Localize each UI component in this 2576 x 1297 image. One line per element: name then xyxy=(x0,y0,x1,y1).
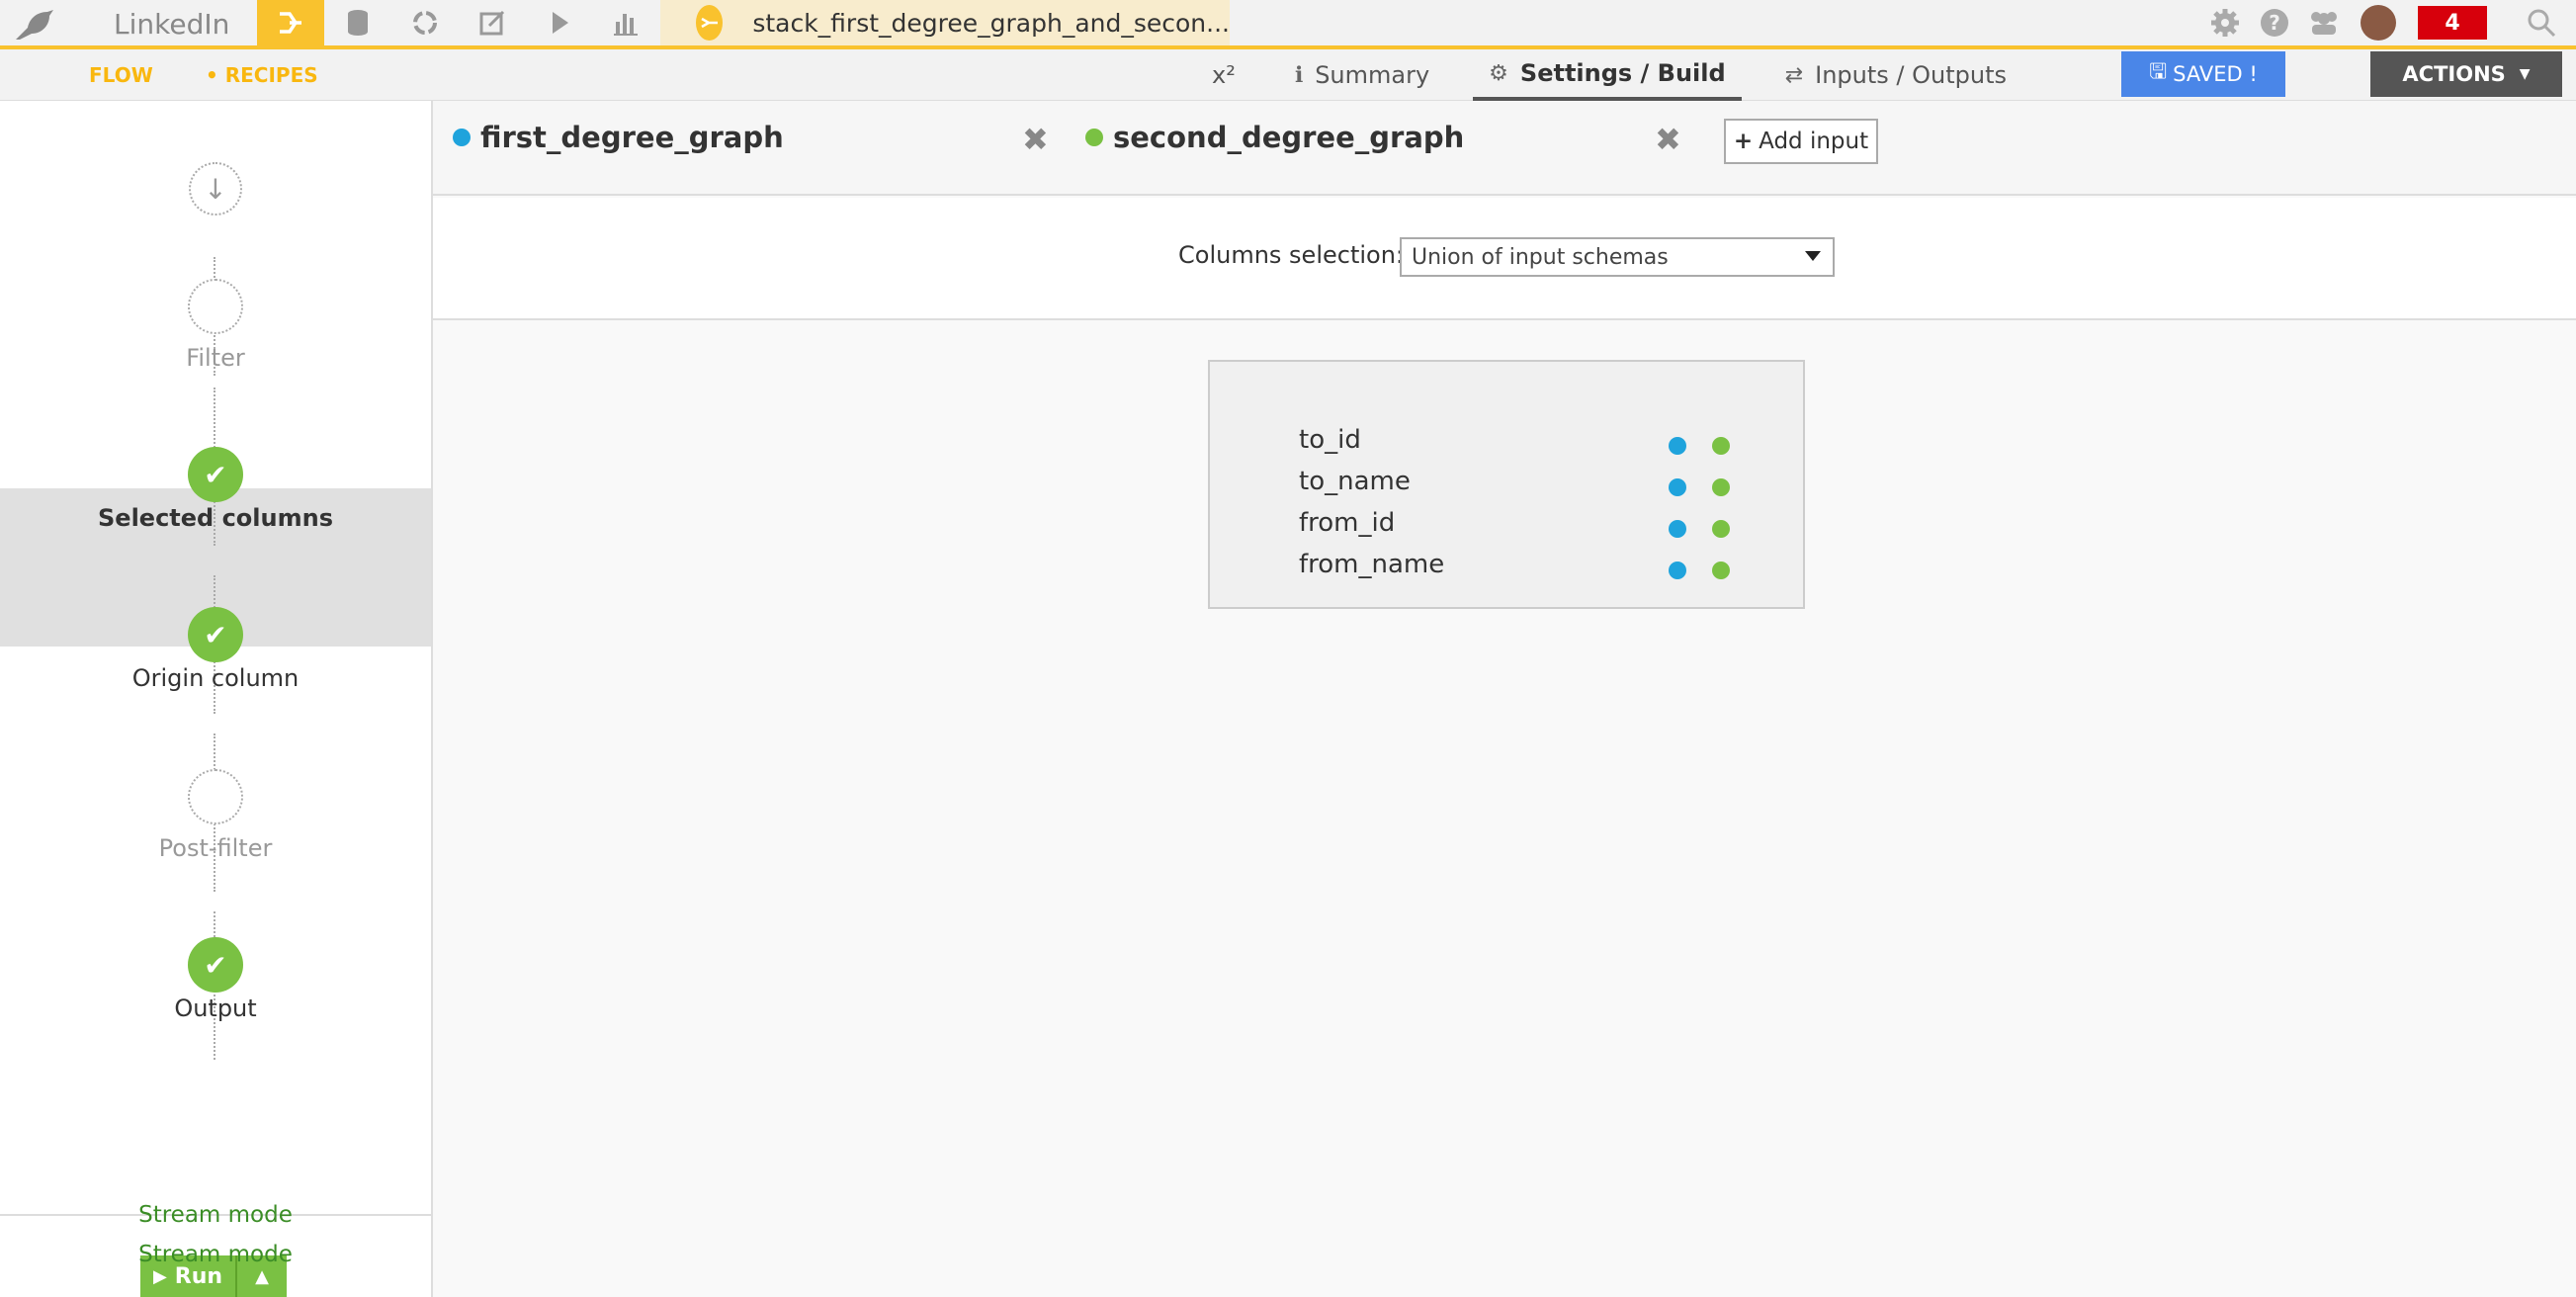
info-icon: ℹ xyxy=(1294,62,1304,88)
breadcrumb-flow[interactable]: FLOW xyxy=(89,63,153,87)
columns-box: to_id to_name from_id from_name xyxy=(1208,360,1805,609)
input1-column-dot xyxy=(1669,478,1686,496)
add-input-label: Add input xyxy=(1759,129,1869,154)
column-name: to_name xyxy=(1299,467,1411,496)
inputs-bar: first_degree_graph ✖ second_degree_graph… xyxy=(433,101,2576,196)
column-row: to_name xyxy=(1299,467,1773,508)
step-post-filter[interactable]: Post-filter xyxy=(0,834,431,862)
gear-icon[interactable] xyxy=(2200,0,2250,45)
step-filter[interactable]: Filter xyxy=(0,344,431,372)
recipe-tabs: x² ℹ Summary ⚙ Settings / Build ⇄ Inputs / … xyxy=(1196,49,2050,101)
tab-io-label: Inputs / Outputs xyxy=(1815,61,2007,89)
swap-icon: ⇄ xyxy=(1784,62,1804,88)
datasets-icon[interactable] xyxy=(324,0,391,45)
recipe-steps-sidebar: ↓ Filter ✔ Selected columns ✔ Origin col… xyxy=(0,101,433,1297)
input2-column-dot xyxy=(1712,437,1730,455)
saved-label: SAVED ! xyxy=(2173,62,2258,86)
caret-down-icon: ▼ xyxy=(2519,66,2531,82)
search-icon[interactable] xyxy=(2517,0,2566,45)
check-icon[interactable]: ✔ xyxy=(188,447,243,502)
column-name: from_name xyxy=(1299,550,1445,579)
main-nav-icons xyxy=(257,0,660,45)
stream-mode-link[interactable]: Stream mode xyxy=(0,1202,431,1228)
input1-column-dot xyxy=(1669,562,1686,579)
flow-icon[interactable] xyxy=(257,0,324,45)
recipe-tab[interactable]: stack_first_degree_graph_and_secon... xyxy=(660,0,1230,45)
run-play-icon[interactable] xyxy=(526,0,593,45)
save-disk-icon: 🖫 xyxy=(2149,58,2168,83)
top-right-icons: ? 4 xyxy=(2200,0,2576,45)
recipes-cycle-icon[interactable] xyxy=(391,0,459,45)
main-panel: first_degree_graph ✖ second_degree_graph… xyxy=(433,101,2576,1297)
tab-summary-label: Summary xyxy=(1315,61,1430,89)
actions-label: ACTIONS xyxy=(2402,62,2506,86)
tab-summary[interactable]: ℹ Summary xyxy=(1279,49,1445,101)
column-row: from_id xyxy=(1299,508,1773,550)
column-name: to_id xyxy=(1299,425,1361,455)
step-post-filter-circle[interactable] xyxy=(188,769,243,824)
input1-column-dot xyxy=(1669,520,1686,538)
help-icon[interactable]: ? xyxy=(2250,0,2299,45)
stack-recipe-icon xyxy=(696,5,724,41)
plus-icon: + xyxy=(1733,129,1754,154)
saved-button[interactable]: 🖫 SAVED ! xyxy=(2121,51,2285,97)
svg-text:?: ? xyxy=(2269,11,2280,35)
input-name: second_degree_graph xyxy=(1113,121,1465,154)
notifications-badge[interactable]: 4 xyxy=(2418,6,2487,40)
columns-selection-label: Columns selection: xyxy=(1178,241,1404,269)
project-name[interactable]: LinkedIn xyxy=(114,8,229,41)
step-output[interactable]: Output xyxy=(0,994,431,1022)
check-icon[interactable]: ✔ xyxy=(188,607,243,662)
tab-inputs-outputs[interactable]: ⇄ Inputs / Outputs xyxy=(1769,49,2022,101)
step-origin-column[interactable]: Origin column xyxy=(0,664,431,692)
tab-x2[interactable]: x² xyxy=(1196,49,1251,101)
input-first-degree-graph[interactable]: first_degree_graph xyxy=(453,121,784,154)
column-row: to_id xyxy=(1299,425,1773,467)
stream-mode-link[interactable]: Stream mode xyxy=(0,1242,431,1267)
recipe-name: stack_first_degree_graph_and_secon... xyxy=(752,8,1230,38)
top-navbar: LinkedIn stack_first_degree_graph_and_se… xyxy=(0,0,2576,49)
input1-column-dot xyxy=(1669,437,1686,455)
user-avatar[interactable] xyxy=(2361,5,2396,41)
check-icon[interactable]: ✔ xyxy=(188,937,243,993)
play-icon: ▶ xyxy=(152,1265,167,1287)
caret-up-icon: ▲ xyxy=(255,1265,269,1287)
down-arrow-icon: ↓ xyxy=(189,162,242,216)
notebook-edit-icon[interactable] xyxy=(459,0,526,45)
step-selected-columns[interactable]: Selected columns xyxy=(0,504,431,532)
close-icon[interactable]: ✖ xyxy=(1655,121,1681,158)
users-group-icon[interactable] xyxy=(2299,0,2349,45)
close-icon[interactable]: ✖ xyxy=(1022,121,1049,158)
input2-column-dot xyxy=(1712,562,1730,579)
input-name: first_degree_graph xyxy=(480,121,784,154)
tab-settings-label: Settings / Build xyxy=(1519,59,1726,87)
columns-selection-bar: Columns selection: Union of input schema… xyxy=(433,198,2576,320)
tab-settings-build[interactable]: ⚙ Settings / Build xyxy=(1473,49,1742,101)
columns-selection-value: Union of input schemas xyxy=(1412,245,1669,270)
input-color-dot xyxy=(1085,129,1103,146)
input-color-dot xyxy=(453,129,471,146)
column-row: from_name xyxy=(1299,550,1773,591)
caret-down-icon xyxy=(1805,251,1821,261)
input2-column-dot xyxy=(1712,478,1730,496)
step-filter-circle[interactable] xyxy=(188,279,243,334)
gear-icon: ⚙ xyxy=(1489,60,1508,86)
tab-x2-label: x² xyxy=(1212,61,1236,89)
columns-selection-select[interactable]: Union of input schemas xyxy=(1400,237,1835,277)
column-name: from_id xyxy=(1299,508,1396,538)
bird-logo-icon[interactable] xyxy=(10,6,59,45)
run-label: Run xyxy=(174,1263,223,1289)
input2-column-dot xyxy=(1712,520,1730,538)
charts-icon[interactable] xyxy=(593,0,660,45)
add-input-button[interactable]: + Add input xyxy=(1724,119,1878,164)
input-second-degree-graph[interactable]: second_degree_graph xyxy=(1085,121,1464,154)
actions-button[interactable]: ACTIONS ▼ xyxy=(2370,51,2562,97)
breadcrumb-recipes[interactable]: • RECIPES xyxy=(206,63,318,87)
